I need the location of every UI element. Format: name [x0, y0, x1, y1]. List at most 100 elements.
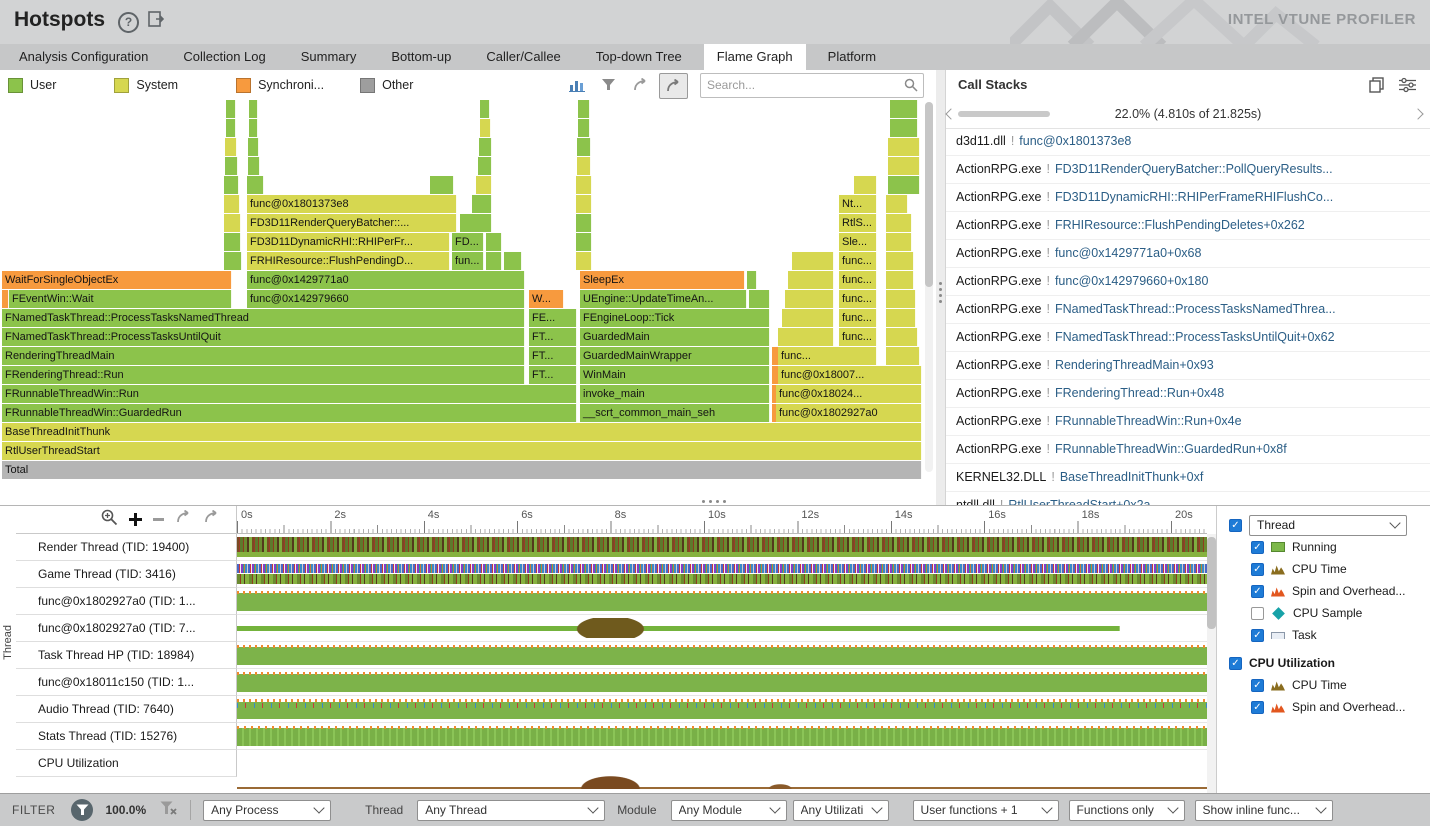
flame-segment[interactable]: SleepEx	[580, 271, 745, 289]
flame-segment[interactable]: FNamedTaskThread::ProcessTasksUntilQuit	[2, 328, 525, 346]
flame-segment[interactable]	[576, 214, 592, 232]
checkbox-cpu-sample[interactable]	[1251, 607, 1264, 620]
flame-segment[interactable]	[576, 176, 592, 194]
undo-zoom-icon[interactable]	[627, 73, 654, 97]
flame-segment[interactable]: FT...	[529, 328, 577, 346]
thread-row-label[interactable]: Audio Thread (TID: 7640)	[16, 696, 237, 723]
flame-segment[interactable]: FD...	[452, 233, 484, 251]
dropdown-user-functions[interactable]: User functions + 1	[913, 800, 1059, 821]
thread-group-checkbox[interactable]	[1229, 519, 1242, 532]
flame-segment[interactable]	[248, 157, 260, 175]
flame-segment[interactable]	[886, 252, 914, 270]
flame-segment[interactable]	[782, 309, 834, 327]
flame-segment[interactable]: WaitForSingleObjectEx	[2, 271, 232, 289]
flame-segment[interactable]	[479, 138, 492, 156]
flame-segment[interactable]	[576, 195, 592, 213]
flame-segment[interactable]: FD3D11DynamicRHI::RHIPerFr...	[247, 233, 450, 251]
flame-segment[interactable]	[430, 176, 454, 194]
flame-segment[interactable]	[890, 119, 918, 137]
tab-summary[interactable]: Summary	[288, 44, 370, 70]
flame-segment[interactable]: func...	[839, 309, 877, 327]
checkbox-running[interactable]	[1251, 541, 1264, 554]
call-stack-row[interactable]: ActionRPG.exe!FD3D11RenderQueryBatcher::…	[946, 156, 1430, 184]
flame-segment[interactable]: Total	[2, 461, 922, 479]
flame-segment[interactable]	[225, 157, 238, 175]
flame-segment[interactable]	[224, 214, 241, 232]
clear-filter-icon[interactable]	[160, 801, 178, 819]
call-stack-row[interactable]: ActionRPG.exe!FRunnableThreadWin::Guarde…	[946, 436, 1430, 464]
call-stack-row[interactable]: ntdll.dll!RtlUserThreadStart+0x2a	[946, 492, 1430, 505]
flame-segment[interactable]	[249, 100, 258, 118]
dropdown-functions-only[interactable]: Functions only	[1069, 800, 1185, 821]
flame-segment[interactable]	[226, 100, 236, 118]
flame-segment[interactable]	[224, 195, 240, 213]
redo-icon[interactable]	[203, 510, 220, 529]
thread-activity-band[interactable]	[237, 534, 1207, 561]
flame-segment[interactable]: __scrt_common_main_seh	[580, 404, 770, 422]
flame-segment[interactable]: FT...	[529, 366, 577, 384]
settings-sliders-icon[interactable]	[1399, 77, 1416, 98]
legend-item-sync[interactable]: Synchroni...	[236, 78, 324, 93]
zoom-out-button[interactable]	[153, 518, 164, 521]
flame-segment[interactable]: UEngine::UpdateTimeAn...	[580, 290, 747, 308]
tab-caller-callee[interactable]: Caller/Callee	[473, 44, 573, 70]
zoom-in-button[interactable]	[129, 513, 142, 526]
thread-row-label[interactable]: Game Thread (TID: 3416)	[16, 561, 237, 588]
flame-segment[interactable]: FRenderingThread::Run	[2, 366, 525, 384]
flame-segment[interactable]: GuardedMain	[580, 328, 770, 346]
dropdown-any-utilizati[interactable]: Any Utilizati	[793, 800, 889, 821]
flame-segment[interactable]: func...	[778, 347, 877, 365]
vertical-splitter[interactable]	[936, 70, 945, 505]
thread-row-label[interactable]: Task Thread HP (TID: 18984)	[16, 642, 237, 669]
flame-segment[interactable]: func...	[839, 290, 877, 308]
flame-segment[interactable]	[480, 100, 490, 118]
flame-segment[interactable]: FD3D11RenderQueryBatcher::...	[247, 214, 457, 232]
flame-segment[interactable]	[886, 214, 912, 232]
export-chart-icon[interactable]	[563, 73, 590, 97]
thread-row-label[interactable]: func@0x18011c150 (TID: 1...	[16, 669, 237, 696]
flame-segment[interactable]: FT...	[529, 347, 577, 365]
flame-segment[interactable]	[747, 271, 757, 289]
help-icon[interactable]: ?	[118, 12, 139, 33]
search-icon[interactable]	[904, 78, 918, 92]
flame-segment[interactable]	[888, 157, 920, 175]
flame-segment[interactable]	[480, 119, 491, 137]
flame-segment[interactable]	[778, 328, 834, 346]
flame-scrollbar[interactable]	[925, 102, 933, 472]
flame-segment[interactable]	[577, 157, 591, 175]
flame-segment[interactable]	[886, 290, 916, 308]
flame-segment[interactable]	[2, 290, 9, 308]
flame-segment[interactable]: invoke_main	[580, 385, 770, 403]
flame-segment[interactable]: FRunnableThreadWin::Run	[2, 385, 577, 403]
thread-activity-band[interactable]	[237, 588, 1207, 615]
flame-segment[interactable]	[888, 138, 920, 156]
flame-segment[interactable]	[788, 271, 834, 289]
thread-row-label[interactable]: Stats Thread (TID: 15276)	[16, 723, 237, 750]
flame-segment[interactable]	[224, 252, 242, 270]
checkbox-cpu-time[interactable]	[1251, 679, 1264, 692]
flame-segment[interactable]	[225, 138, 237, 156]
splitter-handle-icon[interactable]	[939, 282, 942, 303]
flame-segment[interactable]	[576, 252, 592, 270]
scrollbar-thumb[interactable]	[1207, 537, 1216, 629]
flame-segment[interactable]: func@0x1429771a0	[247, 271, 525, 289]
flame-segment[interactable]	[886, 271, 914, 289]
filter-funnel-icon[interactable]	[71, 799, 93, 821]
dropdown-any-module[interactable]: Any Module	[671, 800, 787, 821]
flame-segment[interactable]	[486, 252, 502, 270]
flame-segment[interactable]: func@0x1802927a0	[776, 404, 922, 422]
flame-segment[interactable]: RenderingThreadMain	[2, 347, 525, 365]
flame-segment[interactable]: func...	[839, 252, 877, 270]
flame-segment[interactable]: FNamedTaskThread::ProcessTasksNamedThrea…	[2, 309, 525, 327]
thread-activity-band[interactable]	[237, 723, 1207, 750]
flame-segment[interactable]	[576, 233, 592, 251]
call-stack-row[interactable]: ActionRPG.exe!func@0x142979660+0x180	[946, 268, 1430, 296]
call-stack-row[interactable]: ActionRPG.exe!FRHIResource::FlushPending…	[946, 212, 1430, 240]
flame-segment[interactable]: GuardedMainWrapper	[580, 347, 770, 365]
cpu-utilization-band[interactable]	[237, 750, 1207, 794]
timeline-scrollbar[interactable]	[1207, 534, 1216, 794]
flame-segment[interactable]	[886, 195, 908, 213]
dropdown-show-inline-func[interactable]: Show inline func...	[1195, 800, 1333, 821]
export-report-icon[interactable]	[148, 11, 164, 34]
flame-segment[interactable]	[226, 119, 236, 137]
